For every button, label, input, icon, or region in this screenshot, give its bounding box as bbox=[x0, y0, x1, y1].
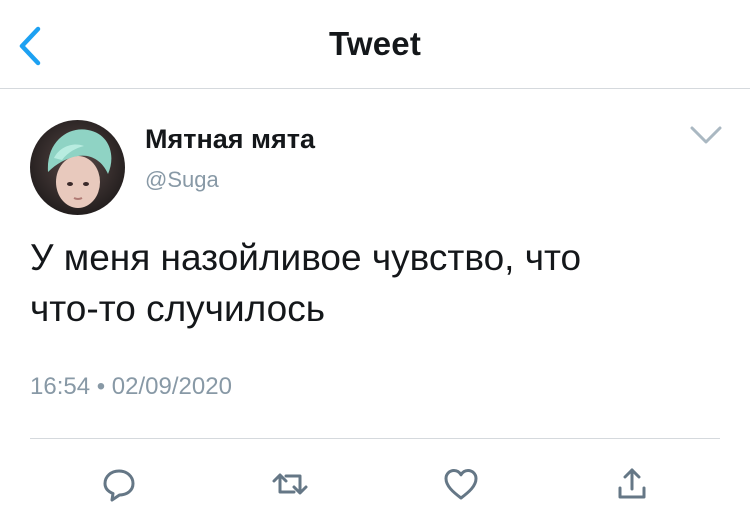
nav-bar: Tweet bbox=[0, 0, 750, 89]
more-options-button[interactable] bbox=[688, 120, 724, 150]
reply-button[interactable] bbox=[97, 462, 141, 506]
author-display-name[interactable]: Мятная мята bbox=[145, 124, 315, 155]
timestamp: 16:54 • 02/09/2020 bbox=[30, 373, 232, 400]
tweet-text-line: У меня назойливое чувство, что bbox=[30, 237, 582, 278]
retweet-icon bbox=[272, 473, 308, 495]
avatar[interactable] bbox=[30, 120, 125, 215]
like-button[interactable] bbox=[439, 462, 483, 506]
author-handle[interactable]: @Suga bbox=[145, 167, 219, 193]
chevron-down-icon bbox=[690, 126, 722, 144]
tweet-text-line: что-то случилось bbox=[30, 288, 325, 329]
divider bbox=[30, 438, 720, 439]
page-title: Tweet bbox=[328, 25, 422, 62]
share-icon bbox=[618, 468, 646, 499]
share-button[interactable] bbox=[610, 462, 654, 506]
reply-icon bbox=[103, 469, 135, 502]
retweet-button[interactable] bbox=[268, 462, 312, 506]
tweet-text: У меня назойливое чувство, что что-то сл… bbox=[30, 232, 720, 334]
like-icon bbox=[444, 469, 478, 500]
